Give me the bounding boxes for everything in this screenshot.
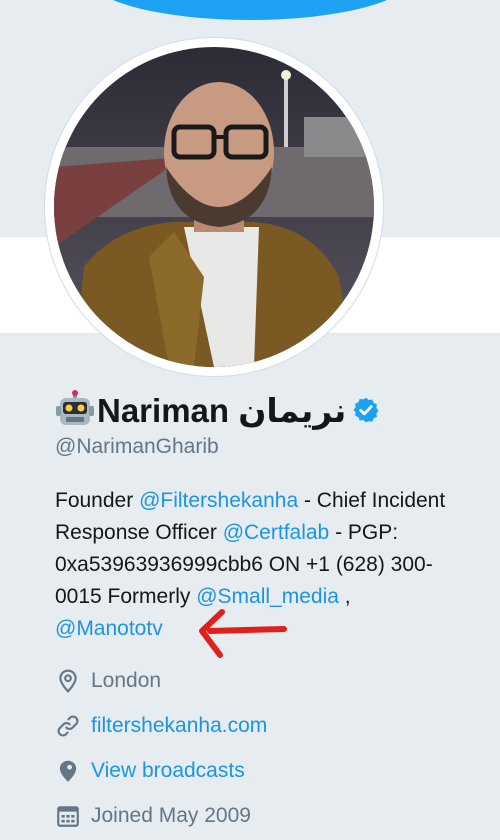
calendar-icon xyxy=(57,806,79,827)
avatar-photo xyxy=(54,47,374,367)
bio-line-2: Response Officer @Certfalab - PGP: xyxy=(55,517,490,549)
bio-text: 0xa53963936999cbb6 ON +1 (628) 300- xyxy=(55,553,433,576)
link-icon xyxy=(57,715,79,737)
bio-link-manototv[interactable]: @Manototv xyxy=(55,617,163,640)
joined-date: Joined May 2009 xyxy=(91,804,251,827)
profile-location: London xyxy=(55,665,161,697)
bio-line-3: 0xa53963936999cbb6 ON +1 (628) 300- xyxy=(55,549,490,581)
periscope-icon xyxy=(59,760,77,782)
profile-handle[interactable]: @NarimanGharib xyxy=(55,435,219,459)
robot-emoji-icon xyxy=(56,390,94,425)
bio-text: , xyxy=(338,585,351,608)
verified-badge-icon[interactable] xyxy=(352,396,380,424)
bio-text: 0015 Formerly xyxy=(55,585,197,608)
view-broadcasts-link[interactable]: View broadcasts xyxy=(91,759,245,783)
bio-text: Founder xyxy=(55,489,140,512)
header-banner-edge xyxy=(85,0,415,20)
profile-website: filtershekanha.com xyxy=(55,710,267,742)
profile-name[interactable]: Nariman نريمان xyxy=(97,391,346,430)
profile-joined: Joined May 2009 xyxy=(55,800,251,832)
location-text: London xyxy=(91,669,162,692)
profile-avatar[interactable] xyxy=(54,47,374,367)
profile-broadcasts: View broadcasts xyxy=(55,755,245,787)
bio-text: Response Officer xyxy=(55,521,223,544)
bio-text: - Chief Incident xyxy=(298,489,446,512)
bio-line-1: Founder @Filtershekanha - Chief Incident xyxy=(55,485,490,517)
profile-name-row: Nariman نريمان xyxy=(55,388,380,432)
bio-link-small-media[interactable]: @Small_media xyxy=(196,585,339,608)
location-pin-icon xyxy=(59,669,77,693)
bio-link-filtershekanha[interactable]: @Filtershekanha xyxy=(139,489,298,512)
website-link[interactable]: filtershekanha.com xyxy=(91,714,267,738)
bio-text: - PGP: xyxy=(329,521,399,544)
bio-link-certfalab[interactable]: @Certfalab xyxy=(223,521,330,544)
red-arrow-annotation xyxy=(199,609,287,658)
